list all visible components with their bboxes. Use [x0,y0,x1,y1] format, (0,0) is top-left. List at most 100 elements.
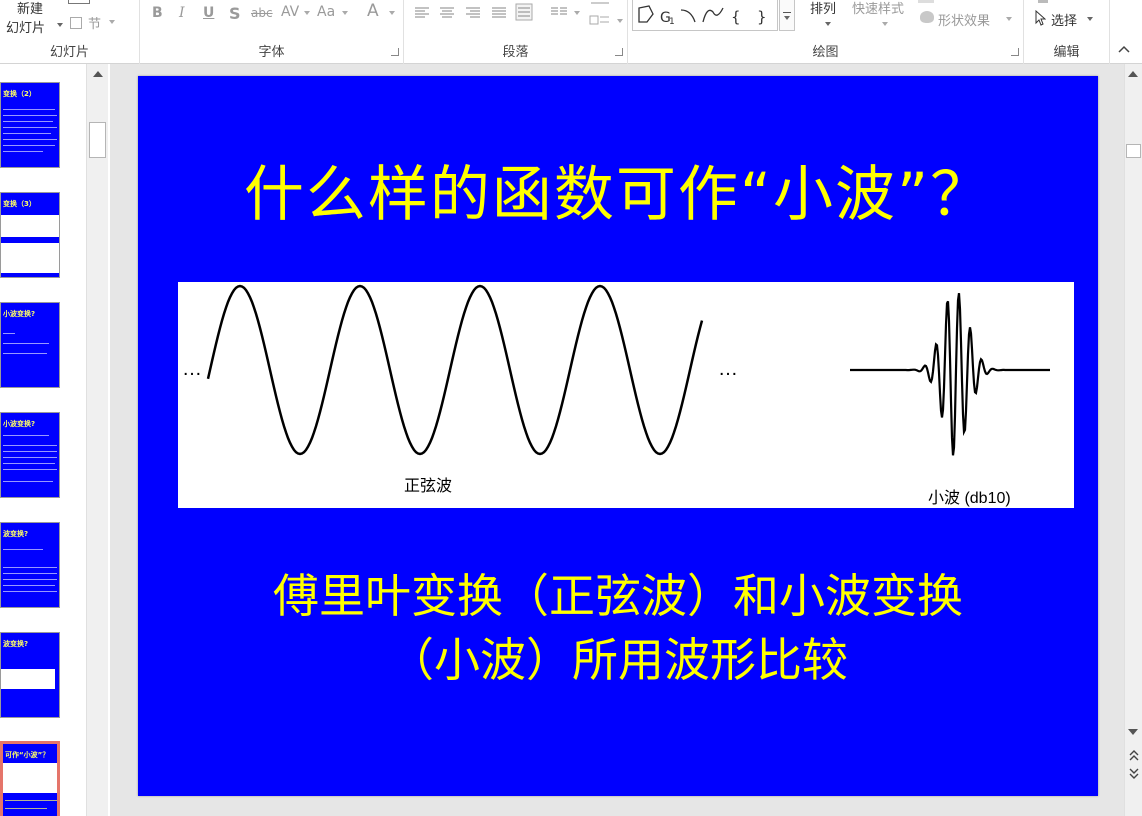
slide-thumbnail[interactable]: 小波变换? [0,302,60,388]
shadow-button[interactable]: S [229,4,241,23]
arrange-button[interactable]: 排列 [810,0,836,17]
thumbnail-text-line [5,808,47,809]
align-center-icon[interactable] [439,6,455,20]
shape-effects-button[interactable]: 形状效果 [938,10,990,29]
char-spacing-dropdown-icon[interactable] [304,11,310,15]
new-slide-button-line1[interactable]: 新建 [17,0,43,17]
slide-thumbnail[interactable]: 波变换? [0,522,60,608]
thumbnail-figure [1,215,59,237]
shape-effects-dropdown-icon[interactable] [1006,17,1012,21]
gallery-more-icon [783,12,791,13]
slide-caption[interactable]: 傅里叶变换（正弦波）和小波变换 （小波）所用波形比较 [138,564,1098,692]
thumbnail-title: 波变换? [3,530,29,538]
ribbon: 新建 幻灯片 节 幻灯片 B I U S abc AV Aa A 字体 段落 绘… [0,0,1142,64]
slide-editor: 什么样的函数可作“小波”？ … … 正弦波 小波 (db10) 傅里叶变换（正弦… [110,64,1124,816]
scroll-down-icon [1128,729,1138,735]
smartart-icon[interactable] [589,12,613,28]
slides-group: 新建 幻灯片 节 幻灯片 [0,0,140,64]
thumbnail-text-line [3,127,57,128]
caption-line-2: （小波）所用波形比较 [388,633,848,687]
font-color-button[interactable]: A [367,1,379,21]
editor-scroll-down-button[interactable] [1126,724,1140,741]
select-cursor-icon [1035,10,1046,26]
slide-thumbnail[interactable]: 波变换? [0,632,60,718]
thumbnail-figure [1,243,59,273]
thumbnail-text-line [3,481,53,482]
align-left-icon[interactable] [414,6,430,20]
wavelet-label: 小波 (db10) [928,490,1011,507]
editor-scroll-thumb[interactable] [1126,144,1141,158]
thumbnail-text-line [3,573,57,574]
columns-icon[interactable] [550,6,568,20]
drawing-group-label: 绘图 [812,45,839,60]
quick-styles-button[interactable]: 快速样式 [852,0,904,17]
font-dialog-launcher-icon[interactable] [391,48,399,56]
change-case-button[interactable]: Aa [317,4,335,20]
editor-scroll-up-button[interactable] [1126,66,1140,83]
change-case-dropdown-icon[interactable] [342,11,348,15]
thumbnail-scroll-up-button[interactable] [89,66,106,83]
editing-top-icon [1038,0,1048,3]
thumbnail-text-line [3,109,55,110]
thumbnail-text-line [3,333,15,334]
select-dropdown-icon[interactable] [1087,17,1093,21]
thumbnail-text-line [3,591,57,592]
italic-button[interactable]: I [179,5,185,21]
slide-thumbnail-active[interactable]: 可作“小波”？ [0,741,60,816]
shapes-gallery-more-button[interactable] [779,0,795,31]
slide-thumbnail[interactable]: 变换（3） [0,192,60,278]
thumbnail-scroll-thumb[interactable] [89,122,106,158]
smartart-dropdown-icon[interactable] [617,19,623,23]
caption-line-1: 傅里叶变换（正弦波）和小波变换 [273,569,963,623]
svg-text:1: 1 [669,17,675,27]
strikethrough-button[interactable]: abc [251,6,273,20]
quick-styles-dropdown-icon[interactable] [882,22,888,26]
next-slide-icon[interactable] [1128,767,1140,781]
select-button[interactable]: 选择 [1051,10,1077,29]
new-slide-dropdown-icon[interactable] [57,23,63,27]
font-color-dropdown-icon[interactable] [389,11,395,15]
thumbnail-text-line [3,469,57,470]
thumbnail-text-line [3,585,55,586]
thumbnail-title: 小波变换? [3,310,36,318]
thumbnail-text-line [3,145,55,146]
bold-button[interactable]: B [152,5,163,21]
new-slide-button-line2[interactable]: 幻灯片 [6,17,45,36]
slides-group-label: 幻灯片 [49,45,89,60]
paragraph-dialog-launcher-icon[interactable] [615,48,623,56]
shapes-gallery-icons: G 1 { } [638,5,767,27]
char-spacing-button[interactable]: AV [281,4,299,20]
drawing-dialog-launcher-icon[interactable] [1011,48,1019,56]
slide-canvas[interactable]: 什么样的函数可作“小波”？ … … 正弦波 小波 (db10) 傅里叶变换（正弦… [138,76,1098,796]
align-right-icon[interactable] [465,6,481,20]
justify-icon[interactable] [491,6,507,20]
thumbnail-text-line [3,451,57,452]
wave-comparison-figure[interactable]: … … 正弦波 小波 (db10) [178,282,1074,508]
thumbnail-text-line [3,121,53,122]
svg-text:{: { [731,8,741,26]
collapse-ribbon-icon[interactable] [1117,44,1131,54]
font-group-label: 字体 [258,45,285,60]
shapes-gallery[interactable]: G 1 { } [632,0,778,31]
text-direction-icon[interactable] [589,0,611,8]
previous-slide-icon[interactable] [1128,748,1140,762]
slide-thumbnail[interactable]: 小波变换? [0,412,60,498]
section-button[interactable]: 节 [88,13,101,32]
arrange-dropdown-icon[interactable] [825,22,831,26]
editing-group: 选择 编辑 [1024,0,1110,64]
scroll-up-icon [1128,71,1138,77]
thumbnail-text-line [3,151,43,152]
thumbnail-text-line [3,567,57,568]
slide-thumbnail[interactable]: 变换（2） [0,82,60,168]
font-group: B I U S abc AV Aa A 字体 [140,0,404,64]
section-small-icon [70,17,82,29]
slide-title[interactable]: 什么样的函数可作“小波”？ [138,146,1098,233]
columns-dropdown-icon[interactable] [574,11,580,15]
editor-scrollbar[interactable] [1124,64,1142,816]
thumbnail-scrollbar[interactable] [86,64,108,816]
distributed-icon[interactable] [515,3,533,21]
section-dropdown-icon[interactable] [109,20,115,24]
thumbnail-text-line [3,549,43,550]
wave-plot [206,284,1050,456]
underline-button[interactable]: U [203,5,214,21]
